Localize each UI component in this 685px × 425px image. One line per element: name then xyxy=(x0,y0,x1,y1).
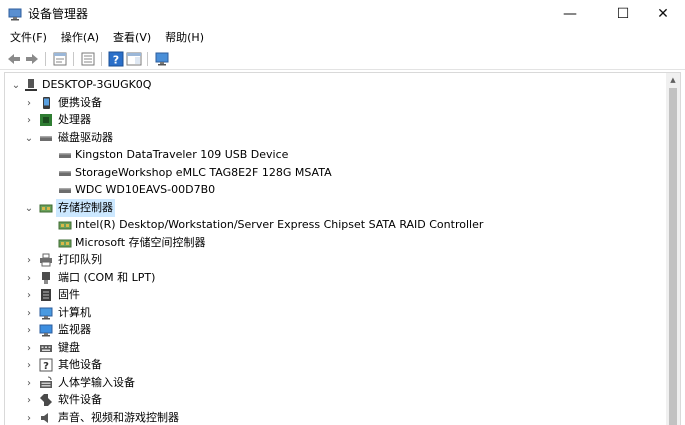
chevron-right-icon[interactable]: › xyxy=(24,286,34,304)
title-bar: 设备管理器 — ☐ ✕ xyxy=(0,0,685,28)
keyboard-icon xyxy=(40,345,52,352)
scroll-up-arrow-icon[interactable]: ▲ xyxy=(666,73,680,87)
hid-icon xyxy=(40,376,52,388)
menu-file[interactable]: 文件(F) xyxy=(3,29,54,47)
menu-action[interactable]: 操作(A) xyxy=(54,29,106,47)
properties-icon[interactable] xyxy=(52,51,68,67)
category-row[interactable]: › 固件 xyxy=(5,286,665,304)
chevron-right-icon[interactable]: › xyxy=(24,269,34,287)
category-row[interactable]: › 监视器 xyxy=(5,321,665,339)
toolbar-separator xyxy=(147,52,148,66)
category-row[interactable]: ⌄ 磁盘驱动器 xyxy=(5,129,665,147)
category-row[interactable]: › 软件设备 xyxy=(5,391,665,409)
chevron-right-icon[interactable]: › xyxy=(24,339,34,357)
disk-drive-icon xyxy=(59,171,71,176)
port-icon xyxy=(42,272,50,284)
toolbar-separator xyxy=(45,52,46,66)
scroll-thumb[interactable] xyxy=(669,88,677,425)
device-manager-icon xyxy=(8,8,22,21)
category-row[interactable]: › 键盘 xyxy=(5,339,665,357)
category-row[interactable]: › 端口 (COM 和 LPT) xyxy=(5,269,665,287)
menu-view[interactable]: 查看(V) xyxy=(106,29,158,47)
menu-help[interactable]: 帮助(H) xyxy=(158,29,211,47)
chevron-right-icon[interactable]: › xyxy=(24,321,34,339)
chevron-right-icon[interactable]: › xyxy=(24,409,34,425)
device-row[interactable]: WDC WD10EAVS-00D7B0 xyxy=(5,181,665,199)
storage-controller-icon xyxy=(58,239,72,248)
disk-drive-icon xyxy=(59,153,71,158)
disk-drive-icon xyxy=(40,136,52,141)
window-title: 设备管理器 xyxy=(28,7,89,21)
show-hidden-icon[interactable] xyxy=(80,51,96,67)
monitor-icon xyxy=(39,324,53,337)
disk-drive-icon xyxy=(59,188,71,193)
category-row[interactable]: › 便携设备 xyxy=(5,94,665,112)
chevron-right-icon[interactable]: › xyxy=(24,356,34,374)
computer-root-icon xyxy=(25,79,37,91)
device-row[interactable]: Microsoft 存储空间控制器 xyxy=(5,234,665,252)
category-row[interactable]: › 声音、视频和游戏控制器 xyxy=(5,409,665,425)
vertical-scrollbar[interactable]: ▲ xyxy=(666,73,680,425)
category-row[interactable]: › ? 其他设备 xyxy=(5,356,665,374)
menu-bar: 文件(F) 操作(A) 查看(V) 帮助(H) xyxy=(0,28,685,48)
forward-arrow-icon[interactable] xyxy=(24,51,40,67)
svg-text:?: ? xyxy=(113,54,119,67)
close-button[interactable]: ✕ xyxy=(640,0,685,28)
chevron-down-icon[interactable]: ⌄ xyxy=(24,199,34,217)
device-row[interactable]: Kingston DataTraveler 109 USB Device xyxy=(5,146,665,164)
processor-icon xyxy=(40,114,52,126)
category-row[interactable]: › 计算机 xyxy=(5,304,665,322)
category-row[interactable]: › 打印队列 xyxy=(5,251,665,269)
chevron-right-icon[interactable]: › xyxy=(24,391,34,409)
chevron-right-icon[interactable]: › xyxy=(24,374,34,392)
printer-icon xyxy=(40,253,52,267)
software-device-icon xyxy=(40,394,52,406)
action-pane-icon[interactable] xyxy=(126,51,142,67)
other-device-icon: ? xyxy=(39,358,53,372)
computer-icon xyxy=(39,307,53,320)
toolbar: ? xyxy=(0,48,685,70)
device-row[interactable]: StorageWorkshop eMLC TAG8E2F 128G MSATA xyxy=(5,164,665,182)
sound-icon xyxy=(41,413,48,423)
device-tree[interactable]: ⌄ DESKTOP-3GUGK0Q › 便携设备 › 处理器 ⌄ 磁盘驱动器 K… xyxy=(4,72,681,425)
back-arrow-icon[interactable] xyxy=(6,51,22,67)
chevron-down-icon[interactable]: ⌄ xyxy=(24,129,34,147)
chevron-right-icon[interactable]: › xyxy=(24,111,34,129)
toolbar-separator xyxy=(101,52,102,66)
firmware-icon xyxy=(41,289,51,301)
tree-root[interactable]: ⌄ DESKTOP-3GUGK0Q xyxy=(5,76,665,94)
monitor-icon[interactable] xyxy=(154,51,170,67)
chevron-right-icon[interactable]: › xyxy=(24,251,34,269)
chevron-right-icon[interactable]: › xyxy=(24,304,34,322)
chevron-down-icon[interactable]: ⌄ xyxy=(11,76,21,94)
minimize-button[interactable]: — xyxy=(547,0,593,28)
root-label: DESKTOP-3GUGK0Q xyxy=(42,78,152,91)
toolbar-separator xyxy=(73,52,74,66)
portable-device-icon xyxy=(43,97,50,109)
svg-text:?: ? xyxy=(43,361,49,372)
storage-controller-icon xyxy=(39,204,53,213)
category-row[interactable]: › 人体学输入设备 xyxy=(5,374,665,392)
chevron-right-icon[interactable]: › xyxy=(24,94,34,112)
device-row[interactable]: Intel(R) Desktop/Workstation/Server Expr… xyxy=(5,216,665,234)
category-row[interactable]: › 处理器 xyxy=(5,111,665,129)
help-icon[interactable]: ? xyxy=(108,51,124,67)
storage-controller-icon xyxy=(58,221,72,230)
category-row-selected[interactable]: ⌄ 存储控制器 xyxy=(5,199,665,217)
